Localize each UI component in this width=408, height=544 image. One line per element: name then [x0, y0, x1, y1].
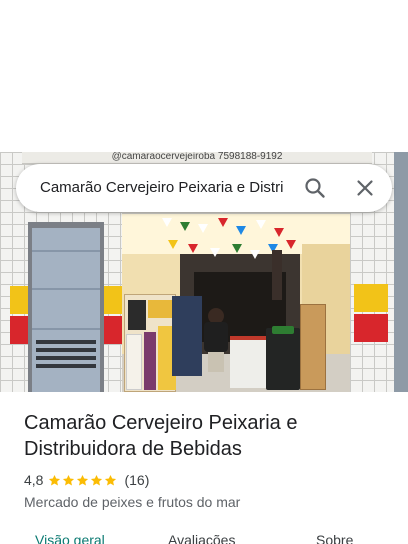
yellow-band [10, 286, 30, 314]
rating-stars [48, 474, 118, 487]
red-band [10, 316, 30, 344]
yellow-band [354, 284, 388, 312]
star-icon [105, 474, 117, 485]
tab-overview[interactable]: Visão geral [35, 528, 105, 544]
star-icon [49, 474, 61, 485]
place-details-page: @camaraocervejeiroba 7598188-9192 Camarã… [0, 0, 408, 544]
search-input[interactable]: Camarão Cervejeiro Peixaria e Distri [40, 178, 290, 198]
tab-reviews[interactable]: Avaliações [168, 528, 235, 544]
roller-door [32, 228, 100, 392]
rating-value: 4,8 [24, 472, 44, 488]
shop-sign: @camaraocervejeiroba 7598188-9192 [22, 152, 372, 164]
search-bar[interactable]: Camarão Cervejeiro Peixaria e Distri [16, 164, 392, 212]
search-icon[interactable] [303, 176, 327, 200]
shop-interior [122, 214, 350, 392]
place-title: Camarão Cervejeiro Peixaria e Distribuid… [24, 412, 298, 460]
place-tabs: Visão geral Avaliações Sobre [0, 528, 408, 544]
star-icon [63, 474, 75, 485]
star-icon [77, 474, 89, 485]
tab-about[interactable]: Sobre [316, 528, 353, 544]
rating-row[interactable]: 4,8 (16) [24, 471, 149, 489]
red-band [354, 314, 388, 342]
close-icon[interactable] [353, 176, 377, 200]
place-category[interactable]: Mercado de peixes e frutos do mar [24, 493, 240, 511]
star-icon [91, 474, 103, 485]
review-count[interactable]: (16) [124, 472, 149, 488]
neighbor-wall [394, 152, 408, 392]
